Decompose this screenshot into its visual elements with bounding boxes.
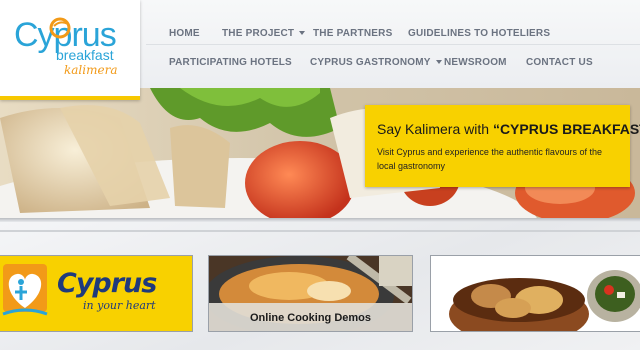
nav-guidelines[interactable]: GUIDELINES TO HOTELIERS [408,28,550,39]
section-divider [0,230,640,232]
cyprus-breakfast-logo-icon: Cyprus breakfast kalimera [14,16,117,77]
nav-the-project[interactable]: THE PROJECT [222,28,306,39]
food-dish-photo [431,256,640,331]
hero-text: Visit Cyprus and experience the authenti… [377,147,602,171]
nav-home[interactable]: HOME [169,28,200,39]
chevron-down-icon [435,60,442,65]
tile-caption: Online Cooking Demos [209,303,412,331]
hero-title-prefix: Say Kalimera with [377,121,493,137]
hero-title-bold: “CYPRUS BREAKFAST” [492,121,640,137]
nav-contact-us-label: CONTACT US [526,57,593,68]
nav-cyprus-gastronomy-label: CYPRUS GASTRONOMY [310,57,431,68]
hero-callout[interactable]: Say Kalimera with “CYPRUS BREAKFAST” Vis… [365,105,640,187]
gastronomy-dish-tile[interactable] [430,255,640,332]
nav-newsroom-label: NEWSROOM [444,57,507,68]
nav-cyprus-gastronomy[interactable]: CYPRUS GASTRONOMY [310,57,442,68]
cyprus-heart-logo-icon [2,264,48,316]
hero-title: Say Kalimera with “CYPRUS BREAKFAST” [377,121,640,137]
online-cooking-demos-tile[interactable]: Online Cooking Demos [208,255,413,332]
logo-text-breakfast: breakfast [56,47,114,63]
nav-participating-hotels-label: PARTICIPATING HOTELS [169,57,292,68]
chevron-down-icon [299,31,306,36]
hero-banner: Say Kalimera with “CYPRUS BREAKFAST” Vis… [0,88,640,218]
nav-the-project-label: THE PROJECT [222,28,295,39]
nav-home-label: HOME [169,28,200,39]
page: HOME THE PROJECT THE PARTNERS GUIDELINES… [0,0,640,350]
tile-title: Cyprus [57,268,157,299]
promo-section: Cyprus in your heart Online Cooking Demo… [0,222,640,350]
tile-subtitle: in your heart [83,299,156,312]
nav-the-partners[interactable]: THE PARTNERS [313,28,392,39]
nav-guidelines-label: GUIDELINES TO HOTELIERS [408,28,551,39]
logo-text-kalimera: kalimera [64,63,117,77]
nav-the-partners-label: THE PARTNERS [313,28,393,39]
nav-newsroom[interactable]: NEWSROOM [444,57,507,68]
site-logo[interactable]: Cyprus breakfast kalimera [0,0,140,100]
nav-divider [146,44,640,45]
cyprus-in-your-heart-tile[interactable]: Cyprus in your heart [0,255,193,332]
nav-contact-us[interactable]: CONTACT US [526,57,593,68]
nav-participating-hotels[interactable]: PARTICIPATING HOTELS [169,57,292,68]
